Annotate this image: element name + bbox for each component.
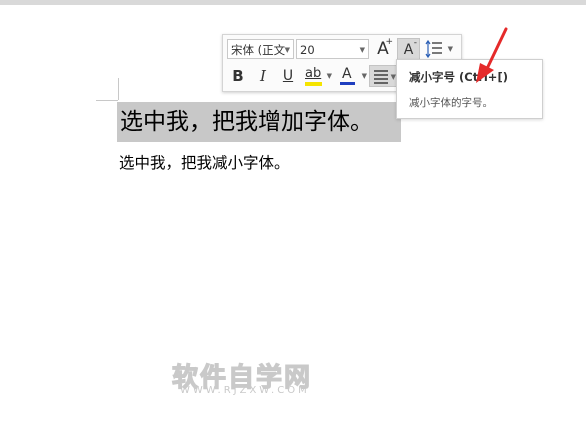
chevron-down-icon: ▼ — [326, 72, 332, 80]
bold-button[interactable]: B — [227, 65, 249, 87]
font-name-value: 宋体 (正文 — [231, 43, 286, 57]
grow-font-button[interactable]: A + — [372, 37, 394, 60]
line-spacing-icon — [425, 39, 442, 59]
underline-icon: U — [282, 68, 294, 84]
highlight-button[interactable]: ab ▼ — [303, 65, 333, 87]
font-size-dropdown[interactable]: 20 ▼ — [296, 39, 369, 59]
chevron-down-icon: ▼ — [361, 72, 367, 80]
red-arrow-annotation — [476, 27, 508, 83]
italic-button[interactable]: I — [252, 65, 274, 87]
font-color-icon: A — [342, 66, 352, 82]
chevron-down-icon: ▼ — [284, 46, 290, 54]
plus-superscript-icon: + — [385, 37, 393, 47]
shrink-font-icon: A — [403, 42, 414, 58]
line-spacing-button[interactable]: ▼ — [423, 38, 453, 60]
chevron-down-icon: ▼ — [447, 45, 453, 53]
window-top-edge — [0, 0, 586, 5]
bold-icon: B — [232, 67, 244, 85]
underline-button[interactable]: U — [277, 65, 299, 87]
highlight-color-bar — [305, 82, 322, 86]
font-color-button[interactable]: A ▼ — [338, 65, 368, 87]
italic-icon: I — [260, 67, 266, 85]
font-size-value: 20 — [300, 43, 315, 57]
align-button[interactable]: ▼ — [369, 65, 398, 87]
font-name-dropdown[interactable]: 宋体 (正文 ▼ — [227, 39, 294, 59]
align-justify-icon — [374, 70, 388, 84]
chevron-down-icon: ▼ — [359, 46, 365, 54]
selected-paragraph[interactable]: 选中我，把我增加字体。 — [117, 102, 401, 142]
watermark-url: WWW.RJZXW.COM — [180, 385, 310, 396]
shrink-font-button[interactable]: A - — [397, 38, 420, 60]
paragraph[interactable]: 选中我，把我减小字体。 — [119, 152, 290, 174]
font-color-bar — [340, 82, 355, 85]
page-margin-mark-horizontal — [96, 100, 118, 101]
highlight-icon: ab — [305, 66, 322, 81]
tooltip-description: 减小字体的字号。 — [409, 97, 493, 109]
minus-superscript-icon: - — [413, 38, 417, 48]
page-margin-mark-vertical — [118, 78, 119, 100]
